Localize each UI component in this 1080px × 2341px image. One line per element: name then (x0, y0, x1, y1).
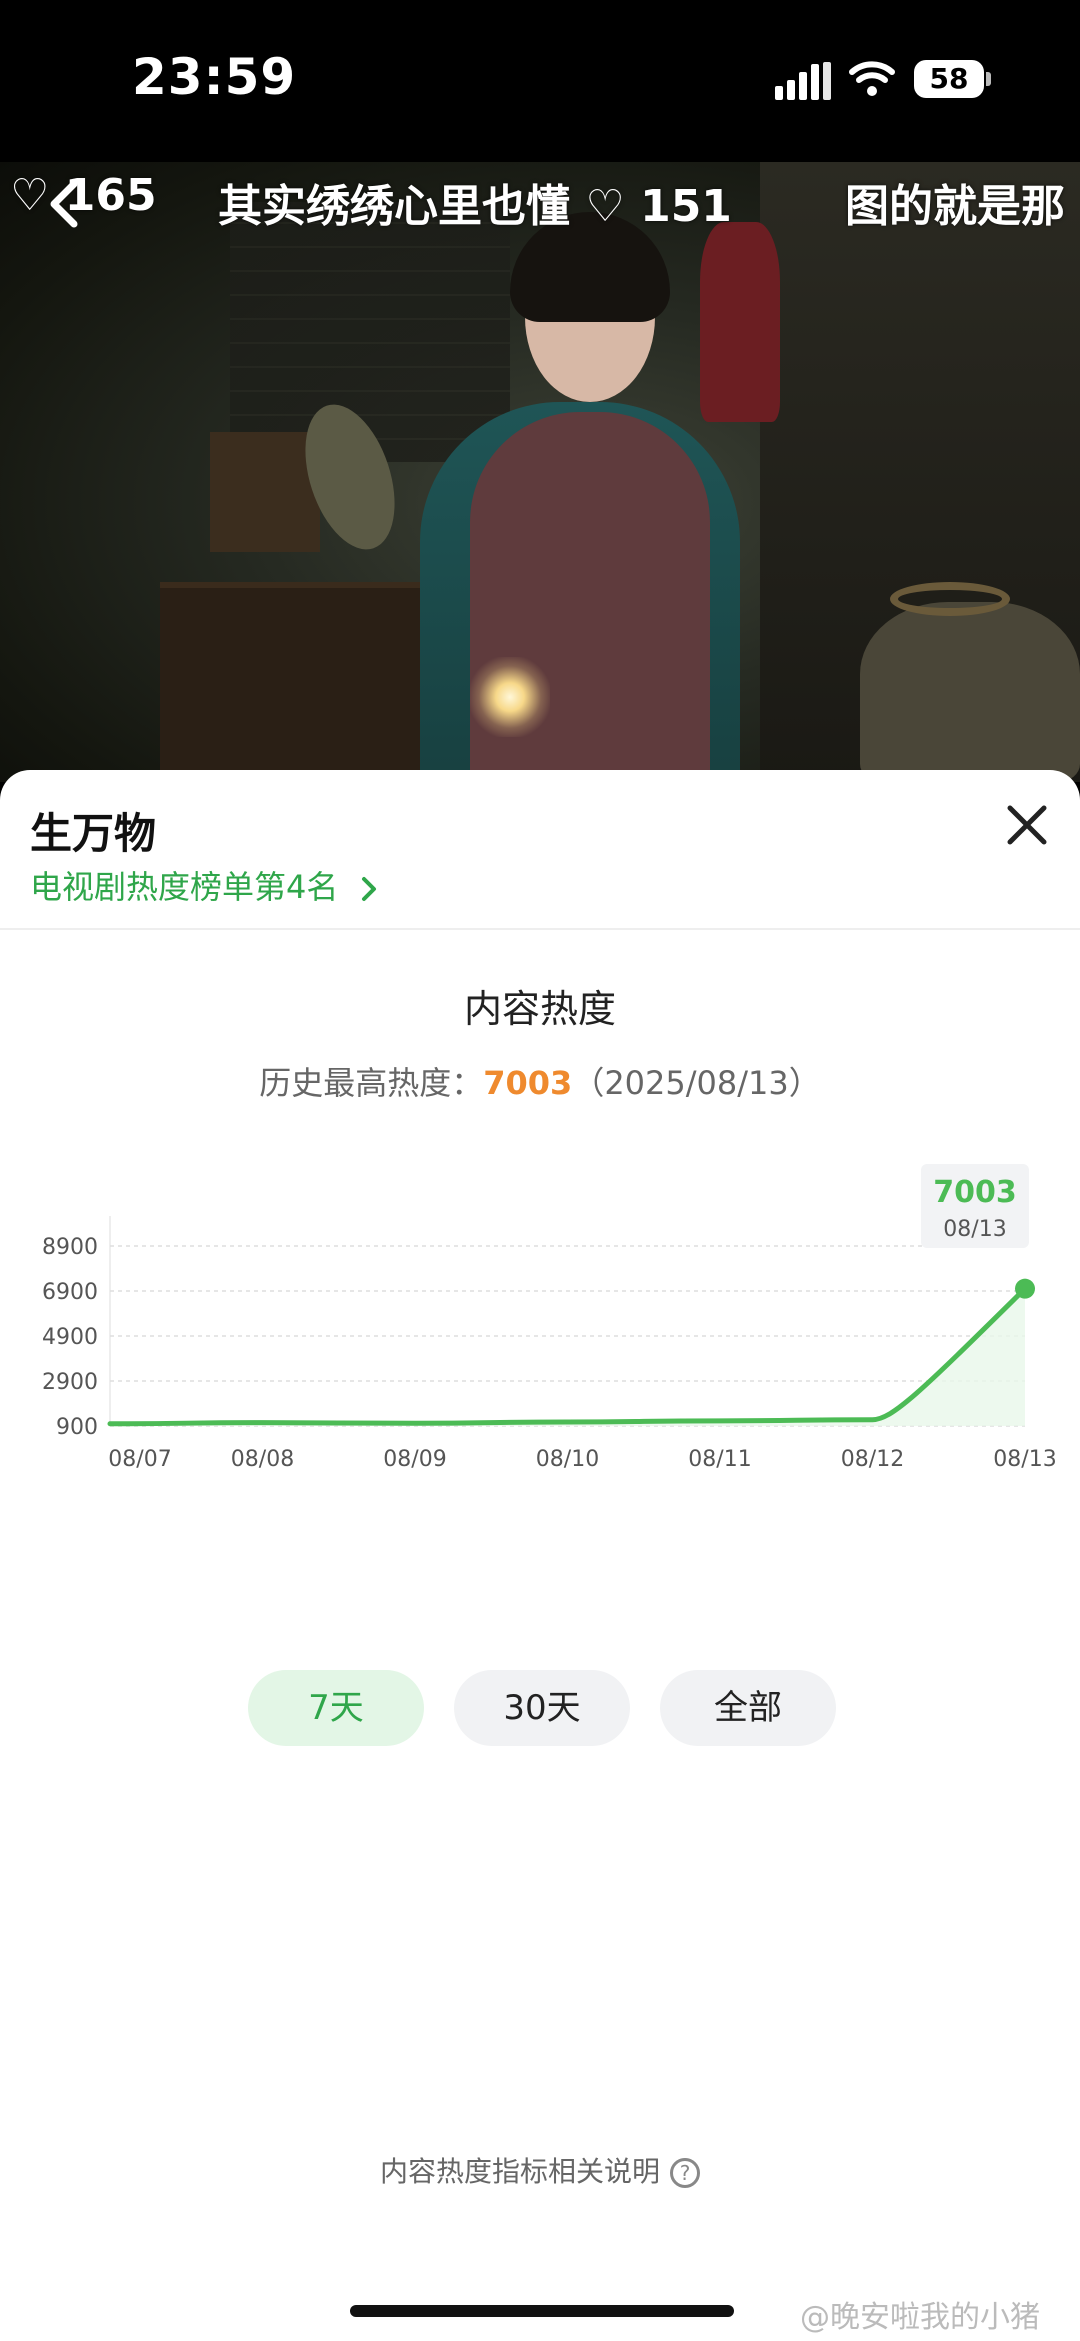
home-indicator[interactable] (350, 2305, 734, 2317)
peak-value: 7003 (483, 1064, 573, 1102)
section-title: 内容热度 (463, 987, 616, 1031)
x-tick-label: 08/09 (383, 1447, 446, 1472)
scene-rope (890, 582, 1010, 616)
scene-brick-wall (230, 202, 510, 462)
x-tick-label: 08/13 (993, 1447, 1056, 1472)
watermark: @晚安啦我的小猪 (800, 2300, 1040, 2335)
close-icon[interactable] (1004, 802, 1050, 848)
heat-explanation-link[interactable]: 内容热度指标相关说明? (0, 2150, 1080, 2190)
help-icon: ? (670, 2158, 700, 2188)
range-7-days-button[interactable]: 7天 (248, 1670, 424, 1746)
chevron-right-icon (361, 877, 376, 901)
battery-tip (986, 72, 991, 86)
peak-label: 历史最高热度： (259, 1064, 484, 1102)
y-tick-label: 2900 (42, 1370, 98, 1395)
tooltip-value: 7003 (933, 1175, 1017, 1210)
scene-bag (860, 602, 1080, 782)
x-tick-label: 08/12 (841, 1447, 904, 1472)
x-tick-label: 08/11 (688, 1447, 751, 1472)
rank-link-label: 电视剧热度榜单第4名 (30, 868, 339, 906)
range-30-days-button[interactable]: 30天 (454, 1670, 630, 1746)
scene-candle-light (470, 657, 550, 737)
cellular-signal-icon (775, 62, 831, 100)
scene-box (210, 432, 320, 552)
video-player[interactable]: ♡ 165 其实绣绣心里也懂 ♡ 151 图的就是那 (0, 162, 1080, 782)
range-all-button[interactable]: 全部 (660, 1670, 836, 1746)
battery-icon: 58 (914, 60, 984, 98)
series-area (110, 1288, 1025, 1426)
tooltip-date: 08/13 (943, 1217, 1006, 1242)
y-tick-label: 6900 (42, 1280, 98, 1305)
data-point (1015, 1278, 1035, 1299)
divider (0, 928, 1080, 930)
y-tick-label: 4900 (42, 1325, 98, 1350)
show-title: 生万物 (30, 809, 157, 858)
series-line (107, 1286, 1028, 1427)
peak-heat-line: 历史最高热度：7003（2025/08/13） (0, 1058, 1080, 1104)
heat-bottom-sheet: 生万物 电视剧热度榜单第4名 内容热度 历史最高热度：7003（2025/08/… (0, 770, 1080, 2341)
danmaku-comment: 图的就是那 (845, 181, 1065, 232)
status-bar: 23:59 58 (0, 0, 1080, 162)
x-tick-label: 08/07 (108, 1447, 171, 1472)
x-tick-label: 08/08 (231, 1447, 294, 1472)
footnote-label: 内容热度指标相关说明 (379, 2155, 660, 2188)
scene-red-cloth (700, 222, 780, 422)
danmaku-comment: 其实绣绣心里也懂 ♡ 151 (218, 181, 732, 232)
y-tick-label: 8900 (42, 1235, 98, 1260)
wifi-icon (849, 61, 895, 96)
scene-chest (160, 582, 440, 782)
back-icon[interactable] (40, 174, 90, 234)
status-time: 23:59 (132, 48, 297, 106)
x-tick-label: 08/10 (536, 1447, 599, 1472)
rank-link[interactable]: 电视剧热度榜单第4名 (30, 862, 379, 908)
heat-line-chart[interactable]: 900 2900 4900 6900 8900 08/07 08/08 08/09 08/10 0… (0, 1160, 1080, 1500)
y-tick-label: 900 (56, 1415, 98, 1440)
peak-date: （2025/08/13） (572, 1064, 821, 1102)
